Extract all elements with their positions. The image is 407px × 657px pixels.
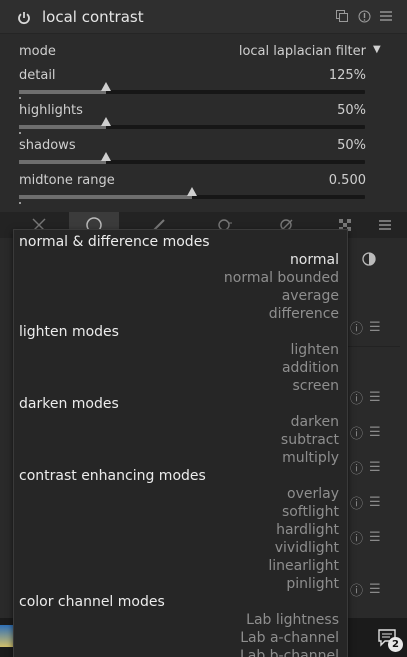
reset-icon[interactable]: ⓘ (350, 423, 363, 442)
chevron-down-icon[interactable]: ▼ (373, 44, 381, 55)
reset-icon[interactable]: ⓘ (350, 458, 363, 477)
option-linearlight[interactable]: linearlight (268, 558, 339, 574)
option-pinlight[interactable]: pinlight (286, 576, 339, 592)
group-heading: darken modes (19, 396, 119, 412)
half-circle-icon (362, 252, 376, 266)
option-multiply[interactable]: multiply (282, 450, 339, 466)
detail-slider-track[interactable] (19, 82, 365, 94)
module-body: mode local laplacian filter ▼ detail 125… (0, 34, 407, 212)
option-screen[interactable]: screen (292, 378, 339, 394)
option-overlay[interactable]: overlay (287, 486, 339, 502)
row-icons[interactable]: ⓘ ☰ (350, 417, 400, 447)
group-heading: normal & difference modes (19, 234, 210, 250)
slider-handle[interactable] (101, 152, 111, 161)
multi-instance-icon[interactable] (335, 9, 349, 23)
blend-mode-dropdown[interactable]: normal & difference modes normal normal … (13, 229, 348, 657)
row-icons[interactable]: ⓘ ☰ (350, 574, 400, 604)
polarity-toggle[interactable] (362, 244, 407, 274)
hamburger-icon (378, 220, 391, 230)
option-difference[interactable]: difference (269, 306, 339, 322)
hamburger-icon[interactable]: ☰ (369, 425, 381, 440)
slider-label: highlights (19, 103, 83, 118)
option-normal-bounded[interactable]: normal bounded (224, 270, 339, 286)
row-icons[interactable]: ⓘ ☰ (350, 382, 400, 412)
slider-tick (19, 132, 21, 134)
slider-fill (19, 125, 106, 129)
slider-handle[interactable] (101, 117, 111, 126)
mode-label: mode (19, 44, 56, 59)
midtone-range-slider-track[interactable] (19, 187, 365, 199)
group-heading: contrast enhancing modes (19, 468, 206, 484)
weather-icon[interactable] (0, 625, 14, 647)
slider-tick (19, 202, 21, 204)
notification-badge: 2 (388, 637, 403, 652)
option-lab-lightness[interactable]: Lab lightness (246, 612, 339, 628)
reset-icon[interactable] (357, 9, 371, 23)
reset-icon[interactable]: ⓘ (350, 493, 363, 512)
slider-handle[interactable] (101, 82, 111, 91)
group-heading: color channel modes (19, 594, 165, 610)
row-icons[interactable]: ⓘ ☰ (350, 312, 400, 342)
presets-menu-icon[interactable] (379, 9, 393, 23)
mode-value: local laplacian filter (238, 44, 366, 59)
slider-tick (19, 97, 21, 99)
hamburger-icon[interactable]: ☰ (369, 495, 381, 510)
slider-label: shadows (19, 138, 76, 153)
row-icons[interactable]: ⓘ ☰ (350, 452, 400, 482)
option-average[interactable]: average (282, 288, 339, 304)
slider-value: 0.500 (328, 173, 366, 188)
slider-value: 125% (328, 68, 366, 83)
option-vividlight[interactable]: vividlight (275, 540, 339, 556)
reset-icon[interactable]: ⓘ (350, 528, 363, 547)
row-icons[interactable]: ⓘ ☰ (350, 522, 400, 552)
hamburger-icon[interactable]: ☰ (369, 582, 381, 597)
option-addition[interactable]: addition (282, 360, 339, 376)
slider-label: detail (19, 68, 56, 83)
hamburger-icon[interactable]: ☰ (369, 390, 381, 405)
reset-icon[interactable]: ⓘ (350, 388, 363, 407)
slider-value: 50% (337, 138, 366, 153)
option-darken[interactable]: darken (291, 414, 339, 430)
option-hardlight[interactable]: hardlight (276, 522, 339, 538)
slider-label: midtone range (19, 173, 115, 188)
reset-icon[interactable]: ⓘ (350, 580, 363, 599)
slider-fill (19, 90, 106, 94)
slider-fill (19, 195, 192, 199)
shadows-slider-track[interactable] (19, 152, 365, 164)
hamburger-icon[interactable]: ☰ (369, 530, 381, 545)
hamburger-icon[interactable]: ☰ (369, 320, 381, 335)
option-lab-a-channel[interactable]: Lab a-channel (240, 630, 339, 646)
option-subtract[interactable]: subtract (281, 432, 339, 448)
group-heading: lighten modes (19, 324, 119, 340)
option-lab-b-channel[interactable]: Lab b-channel (240, 648, 339, 657)
tab-presets-menu[interactable] (362, 212, 407, 238)
power-icon[interactable] (17, 10, 31, 25)
slider-fill (19, 160, 106, 164)
option-softlight[interactable]: softlight (282, 504, 339, 520)
row-icons[interactable]: ⓘ ☰ (350, 487, 400, 517)
slider-value: 50% (337, 103, 366, 118)
highlights-slider-track[interactable] (19, 117, 365, 129)
module-title: local contrast (42, 8, 144, 26)
divider (340, 346, 400, 347)
hamburger-icon[interactable]: ☰ (369, 460, 381, 475)
slider-handle[interactable] (187, 187, 197, 196)
module-header[interactable]: local contrast (0, 0, 407, 34)
reset-icon[interactable]: ⓘ (350, 318, 363, 337)
option-lighten[interactable]: lighten (290, 342, 339, 358)
option-normal[interactable]: normal (290, 252, 339, 268)
